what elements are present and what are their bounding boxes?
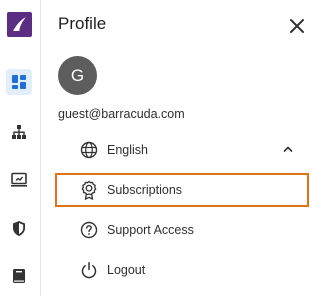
shield-icon	[13, 220, 25, 236]
nav-docs-button[interactable]	[6, 263, 32, 289]
award-badge-icon	[79, 180, 99, 200]
app-root: Profile G guest@barracuda.com English Su…	[0, 0, 322, 296]
subscriptions-menu-item[interactable]: Subscriptions	[55, 173, 309, 207]
network-icon	[12, 125, 26, 139]
nav-security-button[interactable]	[6, 215, 32, 241]
book-icon	[13, 269, 25, 283]
user-email: guest@barracuda.com	[58, 107, 185, 121]
support-access-menu-item[interactable]: Support Access	[55, 213, 309, 247]
profile-panel: Profile G guest@barracuda.com English Su…	[41, 0, 322, 296]
language-label: English	[107, 143, 148, 157]
help-circle-icon	[79, 220, 99, 240]
avatar: G	[58, 56, 97, 95]
support-access-label: Support Access	[107, 223, 194, 237]
globe-icon	[79, 140, 99, 160]
close-button[interactable]	[286, 15, 308, 37]
nav-dashboard-button[interactable]	[6, 69, 32, 95]
nav-monitor-button[interactable]	[6, 167, 32, 193]
logout-label: Logout	[107, 263, 146, 277]
logout-menu-item[interactable]: Logout	[55, 253, 309, 287]
barracuda-logo[interactable]	[7, 12, 32, 37]
dashboard-icon	[12, 75, 26, 89]
logo-mark-icon	[13, 17, 26, 31]
nav-network-button[interactable]	[6, 119, 32, 145]
left-nav-rail	[0, 0, 41, 296]
monitor-icon	[11, 172, 27, 187]
power-icon	[79, 260, 99, 280]
chevron-up-icon[interactable]	[281, 142, 295, 156]
close-icon	[290, 19, 304, 33]
panel-title: Profile	[58, 14, 107, 33]
subscriptions-label: Subscriptions	[107, 183, 183, 197]
language-menu-item[interactable]: English	[55, 133, 309, 167]
